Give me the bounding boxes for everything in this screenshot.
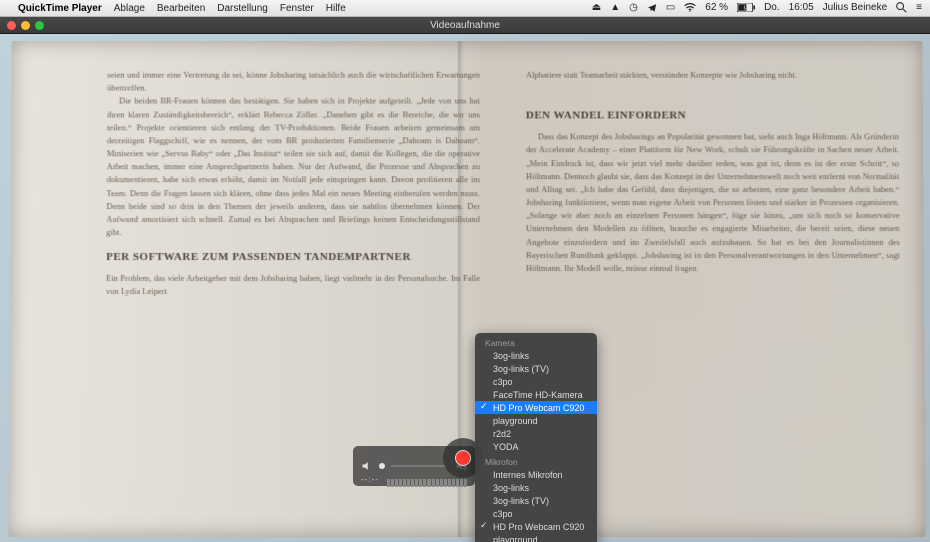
fullscreen-button[interactable] (35, 21, 44, 30)
menu-view[interactable]: Darstellung (217, 3, 268, 14)
menubar-status: ⏏ ▲ ◷ ▭ 62 % Do. 16:05 Julius Beineke ≡ (592, 2, 922, 13)
book-text: Ein Problem, das viele Arbeitgeber mit d… (106, 272, 480, 298)
book-heading: DEN WANDEL EINFORDERN (526, 108, 899, 125)
close-button[interactable] (7, 21, 16, 30)
status-user[interactable]: Julius Beineke (823, 2, 887, 13)
minimize-button[interactable] (21, 21, 30, 30)
titlebar: Videoaufnahme (0, 17, 930, 34)
menu-window[interactable]: Fenster (280, 3, 314, 14)
camera-option[interactable]: 3og-links (475, 349, 597, 362)
mic-option[interactable]: Internes Mikrofon (475, 468, 597, 481)
book-text: Dass das Konzept des Jobsharings an Popu… (526, 131, 900, 276)
volume-low-icon[interactable] (361, 460, 373, 472)
camera-option[interactable]: c3po (475, 375, 597, 388)
camera-section-header: Kamera (475, 337, 597, 349)
mic-section-header: Mikrofon (475, 456, 597, 468)
camera-option[interactable]: HD Pro Webcam C920 (475, 401, 597, 414)
app-name[interactable]: QuickTime Player (18, 3, 102, 14)
window-title: Videoaufnahme (430, 20, 500, 31)
mic-option[interactable]: playground (475, 533, 597, 542)
camera-option[interactable]: YODA (475, 440, 597, 453)
traffic-lights (7, 21, 44, 30)
notifications-icon[interactable]: ≡ (916, 2, 922, 13)
wifi-icon[interactable] (684, 2, 696, 13)
battery-percent: 62 % (705, 2, 728, 13)
record-button[interactable] (451, 446, 475, 470)
mic-option[interactable]: HD Pro Webcam C920 (475, 520, 597, 533)
dropbox-icon[interactable]: ▲ (610, 2, 620, 13)
book-text: Alphatiere statt Teamarbeit stärkten, ve… (526, 69, 899, 82)
battery-icon[interactable] (737, 2, 755, 13)
spotlight-icon[interactable] (896, 2, 907, 13)
camera-option[interactable]: 3og-links (TV) (475, 362, 597, 375)
book-text: Die beiden BR-Frauen können das bestätig… (106, 95, 480, 239)
book-text: seien und immer eine Vertretung da sei, … (107, 69, 480, 95)
volume-slider-thumb[interactable] (379, 463, 385, 469)
camera-option[interactable]: FaceTime HD-Kamera (475, 388, 597, 401)
menu-file[interactable]: Ablage (114, 3, 145, 14)
record-timer: --:-- (361, 475, 379, 484)
video-preview: seien und immer eine Vertretung da sei, … (0, 34, 930, 542)
source-popover: Kamera 3og-links3og-links (TV)c3poFaceTi… (475, 333, 597, 542)
audio-level-meter (387, 479, 467, 487)
status-day[interactable]: Do. (764, 2, 780, 13)
volume-slider-track[interactable] (391, 465, 449, 467)
camera-option[interactable]: playground (475, 414, 597, 427)
mic-option[interactable]: 3og-links (475, 481, 597, 494)
mic-option[interactable]: 3og-links (TV) (475, 494, 597, 507)
airplay-icon[interactable]: ▭ (666, 2, 675, 13)
timemachine-icon[interactable]: ◷ (629, 2, 638, 13)
telegram-icon[interactable] (647, 2, 657, 13)
menubar: QuickTime Player Ablage Bearbeiten Darst… (0, 0, 930, 17)
menu-edit[interactable]: Bearbeiten (157, 3, 205, 14)
mic-option[interactable]: c3po (475, 507, 597, 520)
status-time[interactable]: 16:05 (789, 2, 814, 13)
eject-icon[interactable]: ⏏ (592, 2, 601, 13)
book-heading: PER SOFTWARE ZUM PASSENDEN TANDEMPARTNER (106, 249, 480, 266)
menu-help[interactable]: Hilfe (326, 3, 346, 14)
camera-option[interactable]: r2d2 (475, 427, 597, 440)
